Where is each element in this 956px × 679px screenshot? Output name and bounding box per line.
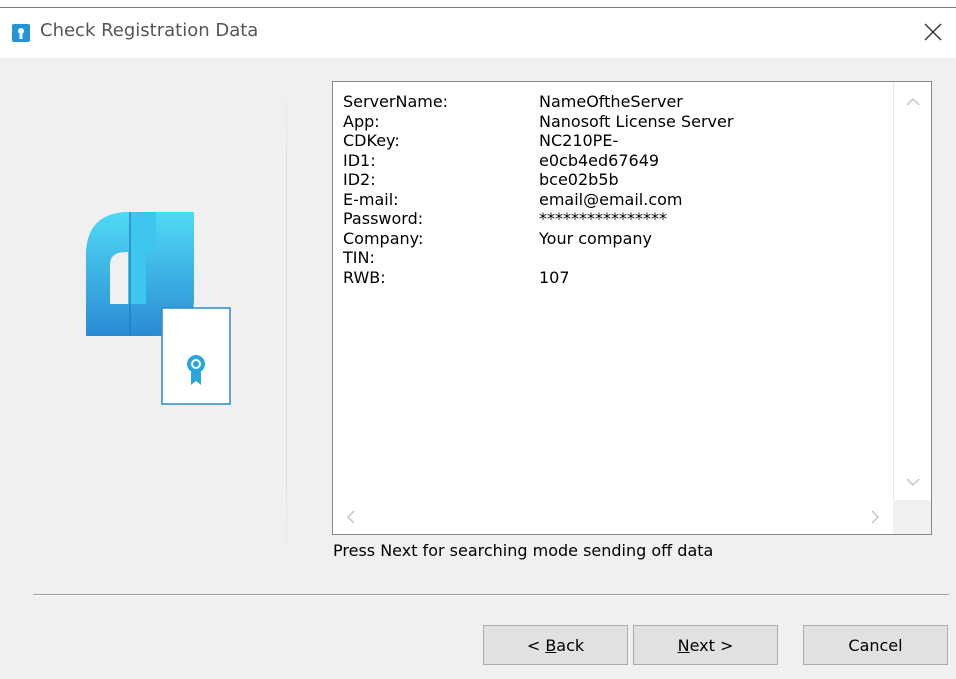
- row-value: Nanosoft License Server: [539, 111, 734, 131]
- back-mnemonic: B: [545, 635, 557, 655]
- title-bar: Check Registration Data: [0, 0, 956, 58]
- chevron-right-icon: [871, 510, 879, 524]
- next-label: ext >: [689, 635, 734, 655]
- row-key: ServerName:: [343, 92, 449, 111]
- back-prefix: <: [526, 635, 546, 655]
- data-row-cdkey: CDKey: NC210PE-: [343, 131, 891, 151]
- data-row-password: Password: ****************: [343, 209, 891, 229]
- horizontal-scrollbar[interactable]: [333, 500, 893, 534]
- data-row-company: Company: Your company: [343, 229, 891, 249]
- registration-data-list: ServerName: NameOftheServer App: Nanosoft …: [343, 92, 891, 287]
- data-row-rwb: RWB: 107: [343, 268, 891, 288]
- scroll-right-button[interactable]: [861, 500, 889, 534]
- row-value: e0cb4ed67649: [539, 150, 660, 170]
- window-top-border: [0, 7, 956, 8]
- row-key: Company:: [343, 228, 424, 248]
- row-key: CDKey:: [343, 131, 400, 150]
- row-value: [539, 248, 891, 268]
- data-row-id2: ID2: bce02b5b: [343, 170, 891, 190]
- button-separator: [33, 594, 949, 595]
- data-row-servername: ServerName: NameOftheServer: [343, 92, 891, 112]
- certificate-app-icon: [12, 24, 30, 42]
- hint-text: Press Next for searching mode sending of…: [333, 541, 714, 560]
- chevron-down-icon: [906, 478, 920, 486]
- data-row-id1: ID1: e0cb4ed67649: [343, 151, 891, 171]
- row-key: App:: [343, 111, 380, 131]
- scroll-left-button[interactable]: [337, 500, 365, 534]
- vertical-separator: [286, 80, 287, 565]
- data-row-tin: TIN:: [343, 248, 891, 268]
- scroll-up-button[interactable]: [894, 88, 932, 116]
- row-value: NameOftheServer: [539, 92, 683, 111]
- chevron-up-icon: [906, 98, 920, 106]
- license-logo-icon: [86, 212, 231, 405]
- scroll-down-button[interactable]: [894, 468, 932, 496]
- back-button[interactable]: < Back: [483, 625, 628, 665]
- vertical-scrollbar[interactable]: [893, 82, 931, 500]
- row-key: ID1:: [343, 150, 376, 170]
- registration-data-textbox[interactable]: ServerName: NameOftheServer App: Nanosoft …: [332, 81, 932, 535]
- row-key: E-mail:: [343, 189, 399, 209]
- data-row-email: E-mail: email@email.com: [343, 190, 891, 210]
- row-value: email@email.com: [539, 189, 683, 209]
- row-value: 107: [539, 267, 570, 287]
- row-value: NC210PE-: [539, 131, 619, 150]
- cancel-button[interactable]: Cancel: [803, 625, 948, 665]
- row-key: RWB:: [343, 267, 386, 287]
- next-mnemonic: N: [677, 635, 690, 655]
- chevron-left-icon: [347, 510, 355, 524]
- back-label: ack: [556, 635, 585, 655]
- close-button[interactable]: [910, 12, 956, 52]
- row-key: Password:: [343, 209, 424, 228]
- row-key: TIN:: [343, 248, 375, 267]
- row-value: ****************: [539, 209, 667, 228]
- next-button[interactable]: Next >: [633, 625, 778, 665]
- close-icon: [924, 23, 942, 41]
- scrollbar-corner: [893, 500, 931, 534]
- data-row-app: App: Nanosoft License Server: [343, 112, 891, 132]
- row-value: Your company: [539, 228, 652, 248]
- row-key: ID2:: [343, 170, 376, 189]
- row-value: bce02b5b: [539, 170, 619, 189]
- window-title: Check Registration Data: [40, 20, 259, 41]
